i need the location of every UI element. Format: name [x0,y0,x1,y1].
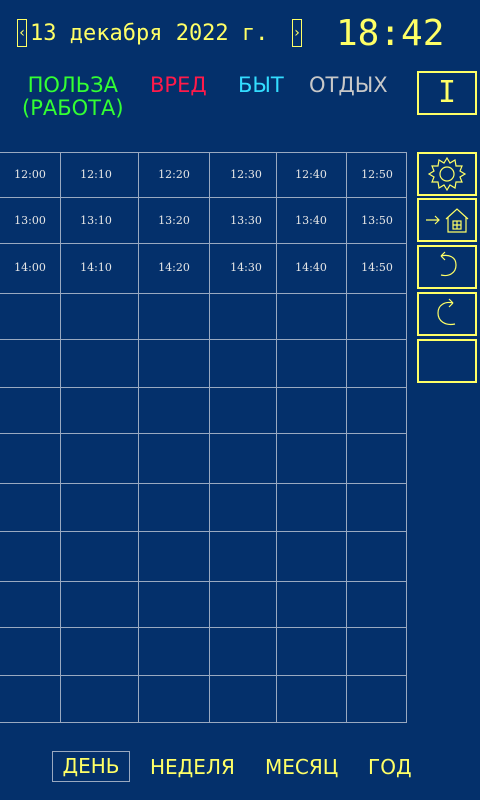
go-home-button[interactable] [417,198,477,242]
prev-date-button[interactable]: ‹ [17,19,27,47]
time-slot-label: 13:00 [14,214,46,227]
category-use[interactable]: ПОЛЬЗА (РАБОТА) [22,74,124,120]
time-slot-label: 13:50 [361,214,393,227]
category-harm[interactable]: ВРЕД [150,74,207,97]
grid-row-divider [0,627,406,628]
grid-row-divider [0,243,406,244]
time-slot-label: 13:40 [295,214,327,227]
settings-button[interactable] [417,152,477,196]
grid-column-divider [60,153,61,722]
time-slot-label: 14:00 [14,261,46,274]
tab-year[interactable]: ГОД [368,755,412,779]
clock: 18:42 [336,13,445,54]
current-date: 13 декабря 2022 г. [30,21,269,46]
time-slot-label: 14:20 [158,261,190,274]
grid-row-divider [0,581,406,582]
next-date-button[interactable]: › [292,19,302,47]
time-slot-label: 13:30 [230,214,262,227]
schedule-grid[interactable]: 12:00 12:10 12:20 12:30 12:40 12:50 13:0… [0,152,407,723]
tab-week[interactable]: НЕДЕЛЯ [150,755,235,779]
redo-icon [437,298,456,326]
go-home-icon [426,208,469,233]
time-slot-label: 12:50 [361,168,393,181]
time-slot-label: 12:00 [14,168,46,181]
time-slot-label: 13:10 [80,214,112,227]
grid-row-divider [0,483,406,484]
grid-row-divider [0,387,406,388]
grid-row-divider [0,339,406,340]
grid-column-divider [138,153,139,722]
time-slot-label: 12:20 [158,168,190,181]
tab-day[interactable]: ДЕНЬ [52,751,130,782]
category-rest[interactable]: ОТДЫХ [309,74,388,97]
grid-row-divider [0,675,406,676]
time-slot-label: 14:30 [230,261,262,274]
grid-row-divider [0,197,406,198]
gear-icon [427,156,467,192]
time-slot-label: 14:40 [295,261,327,274]
empty-action-button[interactable] [417,339,477,383]
grid-row-divider [0,293,406,294]
redo-button[interactable] [417,292,477,336]
category-use-sublabel: (РАБОТА) [22,96,124,120]
time-slot-label: 12:10 [80,168,112,181]
undo-button[interactable] [417,245,477,289]
info-button[interactable]: I [417,71,477,115]
grid-row-divider [0,433,406,434]
grid-row-divider [0,531,406,532]
time-slot-label: 12:30 [230,168,262,181]
category-home[interactable]: БЫТ [238,74,284,97]
undo-icon [440,251,457,277]
tab-month[interactable]: МЕСЯЦ [265,755,338,779]
time-slot-label: 12:40 [295,168,327,181]
time-slot-label: 13:20 [158,214,190,227]
grid-column-divider [346,153,347,722]
grid-column-divider [276,153,277,722]
time-slot-label: 14:10 [80,261,112,274]
category-use-label: ПОЛЬЗА [27,73,118,97]
time-slot-label: 14:50 [361,261,393,274]
grid-column-divider [209,153,210,722]
